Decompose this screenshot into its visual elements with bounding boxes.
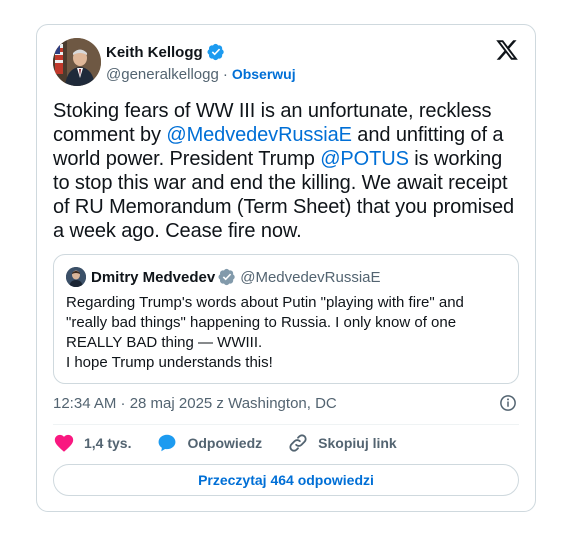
info-icon[interactable] (499, 394, 517, 412)
follow-button[interactable]: Obserwuj (232, 66, 296, 82)
heart-icon (54, 434, 74, 452)
reply-button[interactable]: Odpowiedz (156, 432, 262, 454)
quoted-tweet-text: Regarding Trump's words about Putin "pla… (66, 293, 506, 373)
divider (53, 424, 519, 425)
author-handle-line: @generalkellogg · Obserwuj (106, 64, 296, 84)
quoted-text-line: REALLY BAD thing — WWIII. (66, 334, 263, 351)
quoted-text-line: I hope Trump understands this! (66, 354, 273, 371)
action-bar: 1,4 tys. Odpowiedz Skopiuj link (53, 431, 422, 455)
verified-badge-icon (207, 43, 224, 61)
author-handle[interactable]: @generalkellogg (106, 66, 219, 83)
separator-dot: · (222, 65, 228, 83)
mention-link[interactable]: @MedvedevRussiaE (166, 124, 352, 146)
quoted-author-handle: @MedvedevRussiaE (240, 268, 381, 286)
x-logo-icon[interactable] (495, 38, 519, 62)
like-button[interactable]: 1,4 tys. (53, 432, 131, 454)
author-name-line: Keith Kellogg (106, 42, 225, 62)
quoted-tweet-header: Dmitry Medvedev @MedvedevRussiaE (66, 267, 381, 287)
quoted-tweet[interactable]: Dmitry Medvedev @MedvedevRussiaE Regardi… (53, 254, 519, 384)
author-avatar[interactable] (53, 38, 101, 86)
speech-bubble-icon (159, 434, 176, 452)
quoted-text-line: Regarding Trump's words about Putin "pla… (66, 294, 464, 311)
copy-link-label: Skopiuj link (318, 435, 397, 451)
verified-badge-icon (218, 268, 235, 286)
tweet-header: Keith Kellogg @generalkellogg · Obserwuj (53, 38, 519, 86)
read-replies-button[interactable]: Przeczytaj 464 odpowiedzi (53, 464, 519, 496)
link-icon (289, 434, 307, 452)
tweet-card: Keith Kellogg @generalkellogg · Obserwuj… (36, 24, 536, 512)
copy-link-button[interactable]: Skopiuj link (287, 432, 397, 454)
reply-label: Odpowiedz (187, 435, 263, 451)
tweet-text: Stoking fears of WW III is an unfortunat… (53, 99, 523, 243)
tweet-timestamp[interactable]: 12:34 AM · 28 maj 2025 z Washington, DC (53, 393, 337, 413)
like-count: 1,4 tys. (84, 435, 132, 451)
mention-link[interactable]: @POTUS (320, 148, 409, 170)
quoted-author-name: Dmitry Medvedev (91, 268, 216, 286)
quoted-text-line: "really bad things" happening to Russia.… (66, 314, 457, 331)
author-name[interactable]: Keith Kellogg (106, 44, 203, 61)
quoted-author-avatar (66, 267, 86, 287)
